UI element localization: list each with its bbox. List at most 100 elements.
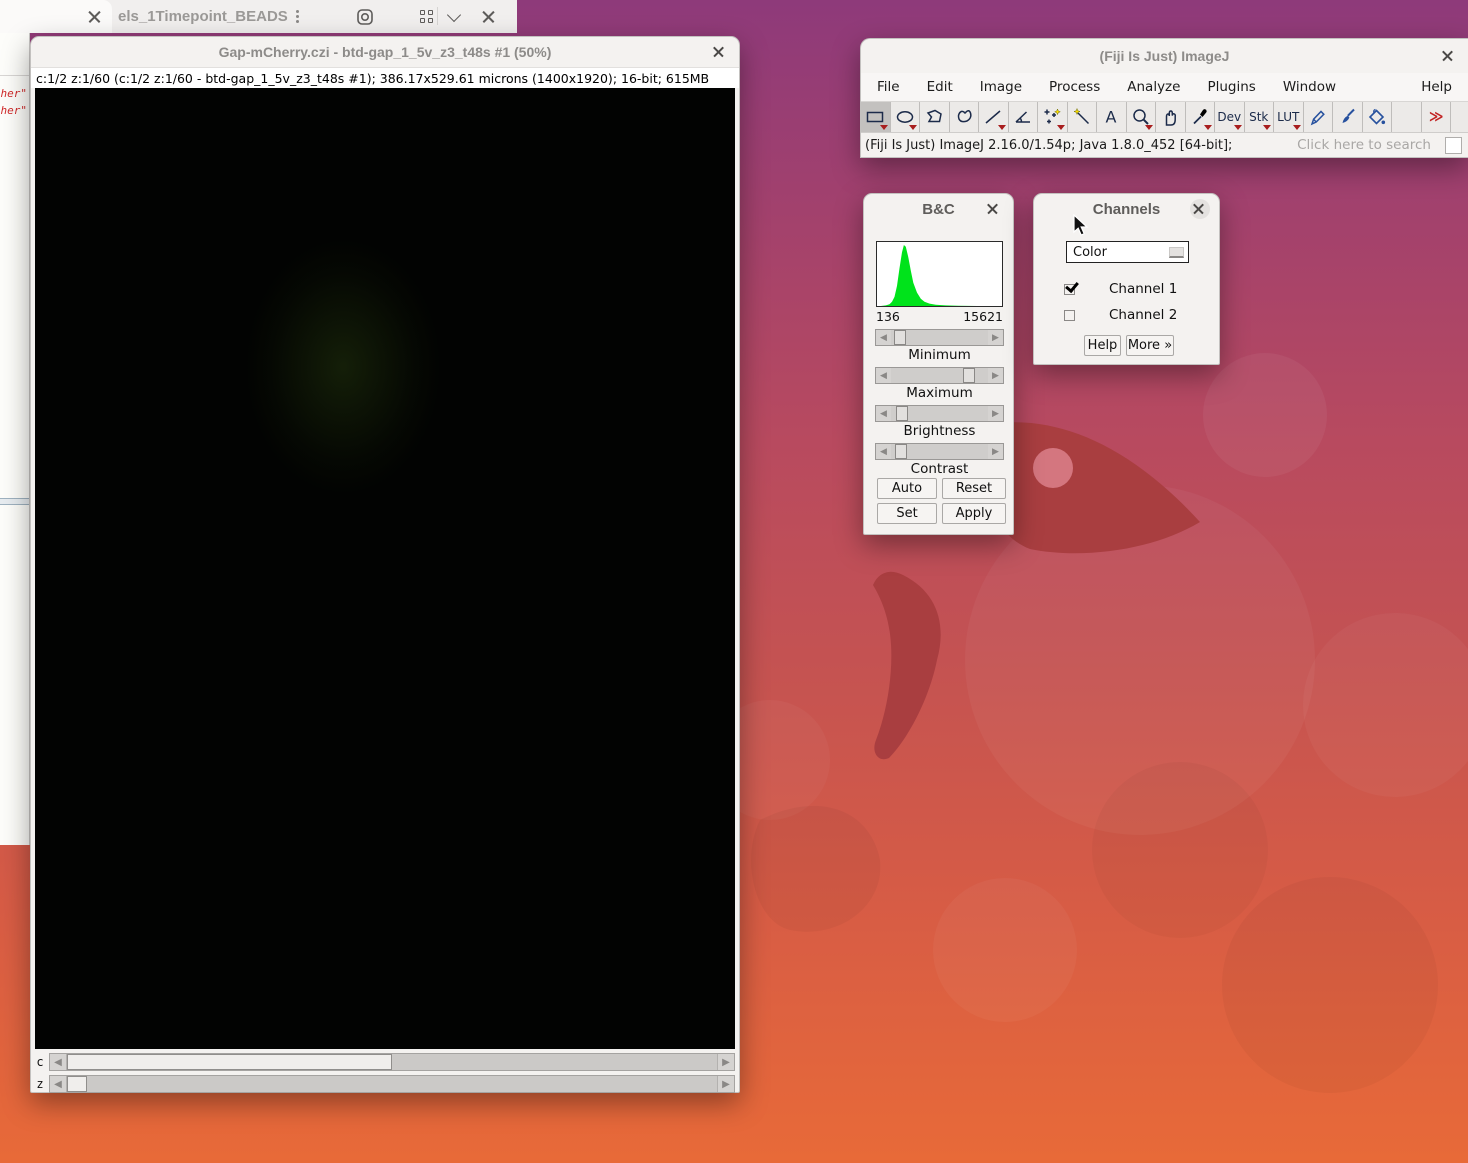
stk-label: Stk: [1249, 110, 1268, 124]
close-icon: [1442, 49, 1456, 63]
hand-tool-button[interactable]: [1156, 102, 1186, 132]
search-input[interactable]: [1445, 137, 1462, 154]
more-tools-button[interactable]: ≫: [1422, 102, 1452, 132]
image-window-close-button[interactable]: [710, 42, 730, 62]
menu-image[interactable]: Image: [980, 79, 1022, 95]
reset-button[interactable]: Reset: [942, 478, 1006, 499]
bnc-sliders: ◀ ▶ Minimum ◀ ▶ Maximum ◀ ▶ Brightness ◀…: [875, 327, 1004, 479]
menu-file[interactable]: File: [877, 79, 900, 95]
channels-close-button[interactable]: [1190, 199, 1210, 219]
flood-fill-icon: [1366, 106, 1388, 128]
slider-right-arrow-icon[interactable]: ▶: [988, 444, 1003, 459]
flood-fill-tool-button[interactable]: [1363, 102, 1393, 132]
image-canvas[interactable]: [35, 88, 735, 1049]
wand-tool-button[interactable]: [1068, 102, 1098, 132]
slider-right-arrow-icon[interactable]: ▶: [988, 406, 1003, 421]
channel-2-checkbox[interactable]: [1064, 310, 1075, 321]
scroll-right-icon[interactable]: ▶: [717, 1054, 734, 1070]
background-tab-partial[interactable]: [0, 0, 112, 33]
brightness-slider-thumb[interactable]: [896, 406, 908, 421]
text-tool-button[interactable]: A: [1097, 102, 1127, 132]
contrast-slider-track[interactable]: [891, 444, 988, 459]
fiji-close-button[interactable]: [1439, 46, 1459, 66]
lut-button[interactable]: LUT: [1274, 102, 1304, 132]
scroll-left-icon[interactable]: ◀: [50, 1076, 67, 1092]
channels-titlebar[interactable]: Channels: [1034, 194, 1219, 224]
scroll-left-icon[interactable]: ◀: [50, 1054, 67, 1070]
contrast-slider[interactable]: ◀ ▶: [875, 443, 1004, 460]
slider-left-arrow-icon[interactable]: ◀: [876, 330, 891, 345]
scroll-right-icon[interactable]: ▶: [717, 1076, 734, 1092]
background-tab-active[interactable]: els_1Timepoint_BEADS: [112, 0, 344, 33]
slider-right-arrow-icon[interactable]: ▶: [988, 330, 1003, 345]
bnc-title: B&C: [922, 201, 955, 218]
channel-mode-dropdown[interactable]: Color: [1066, 241, 1189, 263]
menu-help[interactable]: Help: [1421, 79, 1452, 95]
apply-button[interactable]: Apply: [942, 503, 1006, 524]
menu-edit[interactable]: Edit: [927, 79, 953, 95]
chevron-down-icon[interactable]: [443, 4, 465, 30]
image-window-titlebar[interactable]: Gap-mCherry.czi - btd-gap_1_5v_z3_t48s #…: [31, 37, 739, 67]
camera-icon[interactable]: [352, 4, 378, 30]
z-slider-thumb[interactable]: [67, 1076, 87, 1092]
channel-1-checkbox[interactable]: [1064, 284, 1075, 295]
rectangle-tool-button[interactable]: [861, 102, 891, 132]
line-tool-button[interactable]: [979, 102, 1009, 132]
menu-window[interactable]: Window: [1283, 79, 1336, 95]
minimum-slider[interactable]: ◀ ▶: [875, 329, 1004, 346]
search-placeholder[interactable]: Click here to search: [1297, 137, 1431, 153]
tab-close-icon[interactable]: [88, 10, 102, 24]
desktop: { "desktop": { "colors": { "top":"#8e3a7…: [0, 0, 1468, 1163]
empty-icon: [1395, 106, 1417, 128]
brightness-contrast-window: B&C 136 15621 ◀ ▶ Minimum ◀ ▶ Maximum ◀ …: [863, 193, 1014, 535]
color-picker-tool-button[interactable]: [1186, 102, 1216, 132]
auto-button[interactable]: Auto: [877, 478, 937, 499]
brightness-slider-track[interactable]: [891, 406, 988, 421]
slider-right-arrow-icon[interactable]: ▶: [988, 368, 1003, 383]
oval-tool-button[interactable]: [891, 102, 921, 132]
more-button[interactable]: More »: [1126, 335, 1174, 356]
dev-button[interactable]: Dev: [1215, 102, 1245, 132]
bnc-close-button[interactable]: [984, 199, 1004, 219]
minimum-label: Minimum: [875, 346, 1004, 365]
polygon-tool-button[interactable]: [920, 102, 950, 132]
help-button[interactable]: Help: [1084, 335, 1121, 356]
z-slider-row: z ◀ ▶: [31, 1073, 741, 1095]
freehand-tool-button[interactable]: [950, 102, 980, 132]
z-slider[interactable]: ◀ ▶: [49, 1075, 735, 1093]
background-tab-label: els_1Timepoint_BEADS: [112, 8, 288, 25]
menu-analyze[interactable]: Analyze: [1127, 79, 1180, 95]
brightness-slider[interactable]: ◀ ▶: [875, 405, 1004, 422]
background-app-headerbar: els_1Timepoint_BEADS: [0, 0, 517, 33]
more-tools-label: ≫: [1429, 109, 1443, 125]
close-icon[interactable]: [477, 4, 501, 30]
angle-icon: [1012, 106, 1034, 128]
maximum-slider-track[interactable]: [891, 368, 988, 383]
maximum-slider-thumb[interactable]: [963, 368, 975, 383]
zoom-tool-button[interactable]: [1127, 102, 1157, 132]
slider-left-arrow-icon[interactable]: ◀: [876, 368, 891, 383]
channel-checkbox-list: Channel 1 Channel 2: [1064, 276, 1194, 328]
zoom-icon: [1130, 106, 1152, 128]
slider-left-arrow-icon[interactable]: ◀: [876, 406, 891, 421]
angle-tool-button[interactable]: [1009, 102, 1039, 132]
color-picker-icon: [1189, 106, 1211, 128]
point-tool-button[interactable]: [1038, 102, 1068, 132]
c-slider-thumb[interactable]: [67, 1054, 392, 1070]
c-slider[interactable]: ◀ ▶: [49, 1053, 735, 1071]
pencil-tool-button[interactable]: [1304, 102, 1334, 132]
bnc-titlebar[interactable]: B&C: [864, 194, 1013, 224]
minimum-slider-thumb[interactable]: [894, 330, 906, 345]
set-button[interactable]: Set: [877, 503, 937, 524]
tab-menu-icon[interactable]: [296, 9, 300, 25]
minimum-slider-track[interactable]: [891, 330, 988, 345]
paintbrush-tool-button[interactable]: [1333, 102, 1363, 132]
slider-left-arrow-icon[interactable]: ◀: [876, 444, 891, 459]
menu-process[interactable]: Process: [1049, 79, 1100, 95]
stk-button[interactable]: Stk: [1245, 102, 1275, 132]
maximum-slider[interactable]: ◀ ▶: [875, 367, 1004, 384]
grid-view-icon[interactable]: [413, 4, 439, 30]
fiji-titlebar[interactable]: (Fiji Is Just) ImageJ: [861, 39, 1468, 73]
menu-plugins[interactable]: Plugins: [1207, 79, 1255, 95]
contrast-slider-thumb[interactable]: [895, 444, 907, 459]
